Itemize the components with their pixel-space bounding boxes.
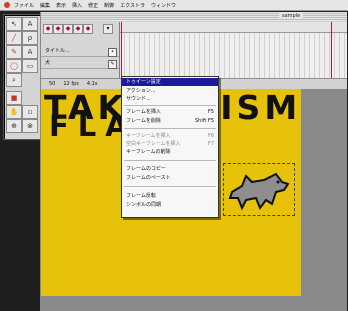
menu-window[interactable]: ウィンドウ (151, 2, 176, 9)
frame-ruler[interactable] (120, 22, 347, 33)
rect-icon[interactable]: ▭ (22, 59, 38, 73)
menu-shortcut: F5 (207, 109, 214, 115)
menu-item-paste-frames[interactable]: フレームのペースト (122, 174, 218, 182)
menu-item-insert-frame[interactable]: フレームを挿入 F5 (122, 108, 218, 116)
menu-file[interactable]: ファイル (14, 2, 34, 9)
zoom-icon[interactable]: ⌕ (6, 73, 22, 87)
menu-item-insert-blank-keyframe[interactable]: 空白キーフレームを挿入 F7 (122, 140, 218, 148)
menu-item-label: フレームを削除 (126, 118, 161, 124)
hand-icon[interactable]: ✋ (6, 105, 22, 119)
menu-item-delete-frame[interactable]: フレームを削除 Shift F5 (122, 117, 218, 125)
menu-separator (124, 186, 216, 187)
layer-row[interactable]: 犬 ✎ (41, 58, 119, 69)
chevron-down-icon[interactable]: ▾ (103, 24, 113, 34)
elapsed-time: 4.1s (86, 81, 98, 87)
menu-separator (124, 160, 216, 161)
dog-icon (228, 172, 290, 211)
menu-item-label: フレームを挿入 (126, 109, 161, 115)
layer-button-icon[interactable]: ◆ (43, 24, 53, 34)
dog-symbol[interactable] (223, 163, 295, 216)
menu-item-clear-keyframe[interactable]: キーフレームの削除 (122, 148, 218, 156)
menu-shortcut: Shift F5 (194, 118, 214, 124)
layer-button-icon[interactable]: ◆ (83, 24, 93, 34)
menu-edit[interactable]: 編集 (40, 2, 50, 9)
text-icon[interactable]: A (22, 45, 38, 59)
menu-item-sound[interactable]: サウンド... (122, 95, 218, 103)
window-title: sample (279, 13, 304, 19)
pencil-icon[interactable]: ✎ (108, 60, 117, 69)
menu-xtras[interactable]: エクストラ (120, 2, 145, 9)
context-menu: トゥイーン設定 アクション... サウンド... フレームを挿入 F5 フレーム… (121, 76, 219, 218)
eyedropper-icon[interactable]: ⊕ (6, 119, 22, 133)
dot-icon[interactable]: • (108, 48, 117, 57)
layer-button-icon[interactable]: ◆ (63, 24, 73, 34)
line-icon[interactable]: ╱ (6, 31, 22, 45)
menu-shortcut: F6 (207, 133, 214, 139)
menu-separator (124, 128, 216, 129)
apple-menu-icon[interactable] (4, 2, 10, 8)
menu-item-sync-symbols[interactable]: シンボルの同期 (122, 201, 218, 209)
menu-separator (124, 105, 216, 106)
oval-icon[interactable]: ◯ (6, 59, 22, 73)
menu-item-actions[interactable]: アクション... (122, 87, 218, 95)
menu-modify[interactable]: 修正 (88, 2, 98, 9)
layer-button-icon[interactable]: ◆ (73, 24, 83, 34)
ink-bottle-icon[interactable]: ■ (6, 91, 22, 105)
playhead[interactable] (121, 22, 122, 78)
keyframe-marker (331, 22, 332, 78)
toolbox: ↖ A ╱ ρ ✎ A ◯ ▭ ⌕ ■ ✋ ▫ ⊕ ⊗ (3, 14, 41, 140)
frame-rate: 12 fps (63, 81, 79, 87)
menu-item-tween-settings[interactable]: トゥイーン設定 (122, 78, 218, 86)
subselect-icon[interactable]: A (22, 17, 38, 31)
menu-view[interactable]: 表示 (56, 2, 66, 9)
eraser-icon[interactable]: ▫ (22, 105, 38, 119)
menu-bar: ファイル 編集 表示 挿入 修正 制御 エクストラ ウィンドウ (0, 0, 348, 11)
layer-name: 犬 (45, 60, 51, 66)
menu-item-insert-keyframe[interactable]: キーフレームを挿入 F6 (122, 132, 218, 140)
layer-name: タイトル... (45, 48, 70, 54)
layer-row[interactable]: タイトル... • (41, 46, 119, 57)
menu-control[interactable]: 制御 (104, 2, 114, 9)
current-frame: 50 (49, 81, 56, 87)
arrow-icon[interactable]: ↖ (6, 17, 22, 31)
lasso-icon[interactable]: ρ (22, 31, 38, 45)
menu-insert[interactable]: 挿入 (72, 2, 82, 9)
menu-item-label: 空白キーフレームを挿入 (126, 141, 181, 147)
menu-item-label: キーフレームを挿入 (126, 133, 171, 139)
pen-icon[interactable]: ✎ (6, 45, 22, 59)
document-window: sample ◆ ◆ ◆ ◆ ◆ ▾ タイトル... • 犬 ✎ 50 12 f… (40, 12, 347, 311)
menu-shortcut: F7 (207, 141, 214, 147)
paint-bucket-icon[interactable]: ⊗ (22, 119, 38, 133)
layer-button-icon[interactable]: ◆ (53, 24, 63, 34)
menu-item-copy-frames[interactable]: フレームのコピー (122, 165, 218, 173)
menu-item-reverse-frames[interactable]: フレーム反転 (122, 192, 218, 200)
